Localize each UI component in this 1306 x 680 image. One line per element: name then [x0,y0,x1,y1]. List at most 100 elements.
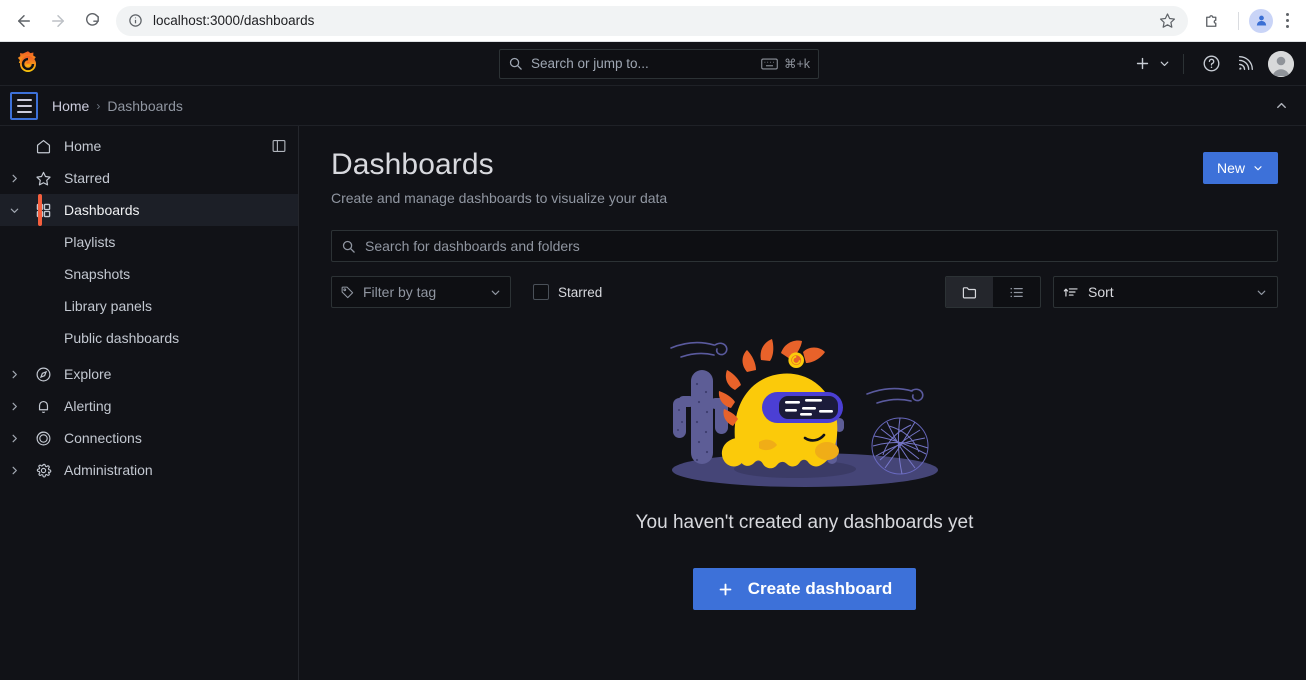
gear-icon [28,462,58,479]
breadcrumb-bar: Home › Dashboards [0,86,1306,126]
grafana-top-navbar: Search or jump to... ⌘+k [0,42,1306,86]
dashboard-search-input[interactable]: Search for dashboards and folders [331,230,1278,262]
view-mode-toggle [945,276,1041,308]
new-dashboard-button[interactable]: New [1202,152,1278,184]
dashboard-search-placeholder: Search for dashboards and folders [365,238,580,254]
sidebar-item-public-dashboards[interactable]: Public dashboards [0,322,298,354]
breadcrumb-item-dashboards[interactable]: Dashboards [107,98,183,114]
list-view-button[interactable] [993,277,1040,307]
page-header-text: Dashboards Create and manage dashboards … [331,148,1203,206]
page-title: Dashboards [331,148,494,181]
sidebar-item-snapshots[interactable]: Snapshots [0,258,298,290]
page-subtitle: Create and manage dashboards to visualiz… [331,190,668,206]
search-icon [508,56,523,71]
search-shortcut-text: ⌘+k [783,57,810,71]
toolbar-divider [1238,11,1239,30]
extensions-puzzle-icon[interactable] [1196,5,1228,37]
search-shortcut-hint: ⌘+k [761,56,810,71]
sidebar-subitem-label: Snapshots [64,266,131,282]
create-dashboard-label: Create dashboard [747,579,893,598]
grafana-logo-icon[interactable] [14,50,42,78]
star-icon [28,170,58,187]
chevron-down-icon [1255,286,1268,299]
plus-icon [1127,49,1157,79]
topnav-actions [1127,49,1306,79]
site-info-icon[interactable] [128,13,143,28]
sidebar-item-label: Connections [64,430,142,446]
chevron-right-icon[interactable] [0,401,28,412]
sidebar-item-label: Starred [64,170,110,186]
sidebar-item-library-panels[interactable]: Library panels [0,290,298,322]
bookmark-star-icon[interactable] [1159,12,1176,29]
create-menu-button[interactable] [1127,49,1171,79]
compass-icon [28,366,58,383]
sidebar-item-starred[interactable]: Starred [0,162,298,194]
chrome-menu-kebab-icon[interactable] [1277,13,1298,28]
primary-sidebar: Home Starred Dashboards Playlists Snapsh… [0,126,299,680]
dock-menu-icon[interactable] [268,135,290,157]
topnav-divider [1183,53,1184,74]
sort-select[interactable]: Sort [1053,276,1278,308]
chevron-up-icon[interactable] [1268,93,1294,119]
sort-amount-icon [1063,284,1079,300]
global-search-placeholder: Search or jump to... [531,56,649,71]
chevron-right-icon[interactable] [0,433,28,444]
empty-state: You haven't created any dashboards yet C… [331,330,1278,610]
sidebar-item-label: Dashboards [64,202,140,218]
sidebar-item-label: Alerting [64,398,112,414]
search-icon [341,239,356,254]
breadcrumb-item-home[interactable]: Home [52,98,89,114]
tag-icon [340,285,355,300]
help-circle-icon[interactable] [1196,49,1226,79]
sidebar-item-connections[interactable]: Connections [0,422,298,454]
rss-news-icon[interactable] [1230,49,1260,79]
browser-toolbar-actions [1196,5,1298,37]
browser-toolbar: localhost:3000/dashboards [0,0,1306,42]
create-dashboard-button[interactable]: Create dashboard [692,568,917,610]
browser-forward-button[interactable] [42,5,74,37]
sidebar-item-alerting[interactable]: Alerting [0,390,298,422]
apps-grid-icon [28,202,58,219]
sidebar-subitem-label: Public dashboards [64,330,180,346]
address-bar-url: localhost:3000/dashboards [153,13,315,28]
filter-by-tag-select[interactable]: Filter by tag [331,276,511,308]
sidebar-item-explore[interactable]: Explore [0,358,298,390]
sidebar-item-label: Administration [64,462,153,478]
sidebar-item-dashboards[interactable]: Dashboards [0,194,298,226]
starred-filter-label: Starred [558,284,603,300]
main-content: Dashboards Create and manage dashboards … [299,126,1306,680]
app-body: Home Starred Dashboards Playlists Snapsh… [0,126,1306,680]
sidebar-subitem-label: Playlists [64,234,116,250]
sidebar-subitem-label: Library panels [64,298,152,314]
global-search-box[interactable]: Search or jump to... ⌘+k [499,48,819,79]
sidebar-item-home[interactable]: Home [0,130,298,162]
sidebar-item-administration[interactable]: Administration [0,454,298,486]
browser-address-bar[interactable]: localhost:3000/dashboards [116,5,1188,36]
connections-icon [28,430,58,447]
sidebar-item-label: Explore [64,366,112,382]
keyboard-icon [761,58,778,70]
chevron-down-icon [1158,57,1171,70]
sort-label: Sort [1088,284,1114,300]
folder-view-button[interactable] [946,277,993,307]
browser-reload-button[interactable] [76,5,108,37]
starred-filter[interactable]: Starred [533,284,602,300]
browser-back-button[interactable] [8,5,40,37]
empty-state-title: You haven't created any dashboards yet [635,512,974,533]
hamburger-menu-icon[interactable] [10,91,38,120]
chevron-right-icon[interactable] [0,173,28,184]
filter-toolbar: Filter by tag Starred Sort [331,276,1278,308]
chevron-down-icon[interactable] [0,205,28,216]
chrome-profile-avatar[interactable] [1249,8,1273,33]
grafana-mascot-vr-illustration [669,339,938,487]
sidebar-item-playlists[interactable]: Playlists [0,226,298,258]
breadcrumb-separator: › [96,98,101,113]
starred-checkbox[interactable] [533,284,549,300]
chevron-down-icon [489,286,502,299]
new-button-label: New [1216,160,1245,176]
filter-by-tag-label: Filter by tag [363,284,437,300]
chevron-right-icon[interactable] [0,465,28,476]
user-avatar[interactable] [1268,50,1294,77]
chevron-right-icon[interactable] [0,369,28,380]
view-and-sort-tools: Sort [945,276,1278,308]
